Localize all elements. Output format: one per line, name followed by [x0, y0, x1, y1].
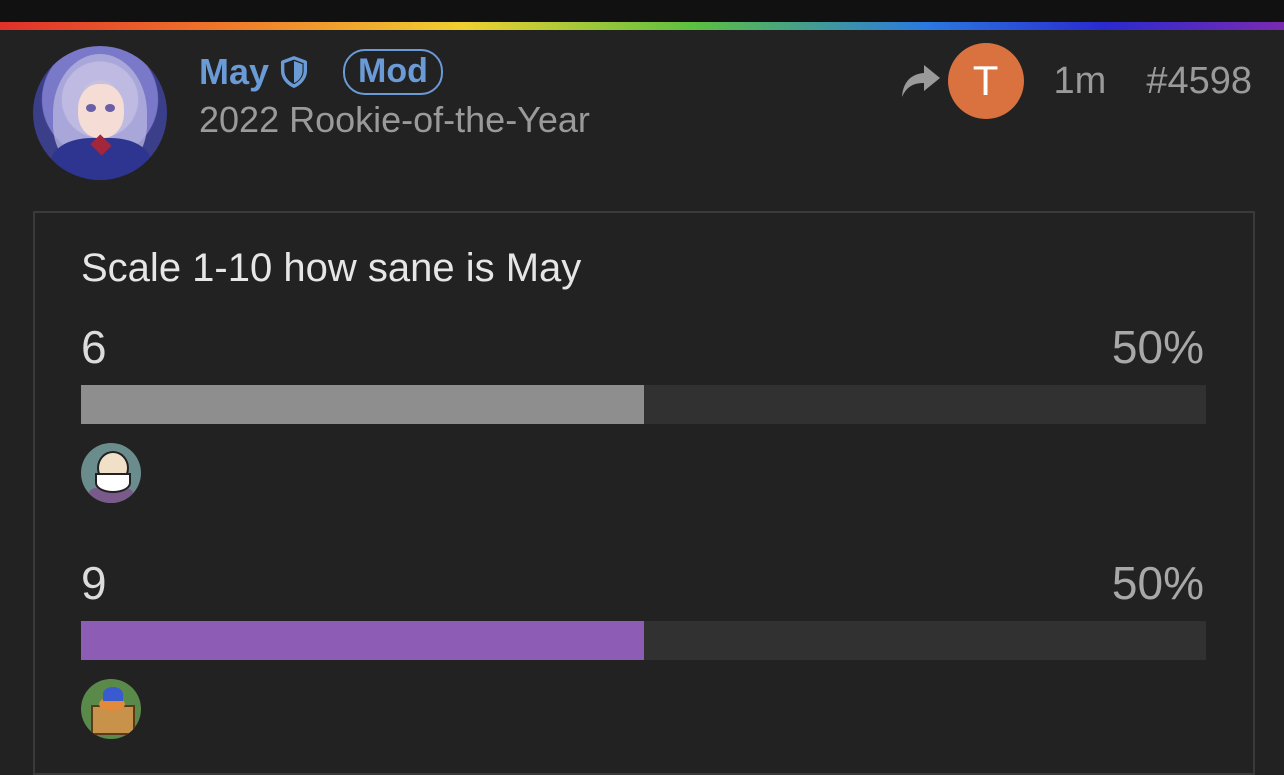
poll-option-label: 6 — [81, 321, 107, 373]
author-username[interactable]: May — [199, 48, 269, 96]
poll-question: Scale 1-10 how sane is May — [81, 246, 582, 290]
top-bar — [0, 0, 1284, 22]
mod-badge: Mod — [343, 49, 443, 95]
poll-option-percent: 50% — [1111, 557, 1204, 609]
rainbow-divider — [0, 22, 1284, 30]
poll-bar-track — [81, 385, 1206, 424]
poll-bar-track — [81, 621, 1206, 660]
voter-beard — [95, 473, 131, 493]
author-user-title: 2022 Rookie-of-the-Year — [199, 99, 590, 140]
avatar-eye — [86, 104, 96, 112]
post-number[interactable]: #4598 — [1146, 60, 1252, 103]
reply-to-avatar-letter: T — [972, 57, 999, 104]
post-time[interactable]: 1m — [1054, 60, 1107, 103]
voter-avatar[interactable] — [81, 679, 141, 739]
avatar-eye — [105, 104, 115, 112]
shield-icon — [280, 56, 308, 88]
poll-bar-fill — [81, 621, 644, 660]
poll: Scale 1-10 how sane is May 6 50% 9 50% — [33, 211, 1255, 775]
post-meta: T 1m #4598 — [898, 42, 1252, 120]
voter-cap — [103, 687, 123, 701]
author-avatar[interactable] — [33, 46, 167, 180]
poll-option-percent: 50% — [1111, 321, 1204, 373]
poll-option-label: 9 — [81, 557, 107, 609]
voter-avatar[interactable] — [81, 443, 141, 503]
poll-bar-fill — [81, 385, 644, 424]
reply-arrow-icon[interactable] — [898, 61, 942, 101]
reply-to-avatar[interactable]: T — [947, 43, 1024, 119]
author-name-row: May Mod — [199, 48, 443, 96]
avatar-face — [78, 84, 124, 138]
